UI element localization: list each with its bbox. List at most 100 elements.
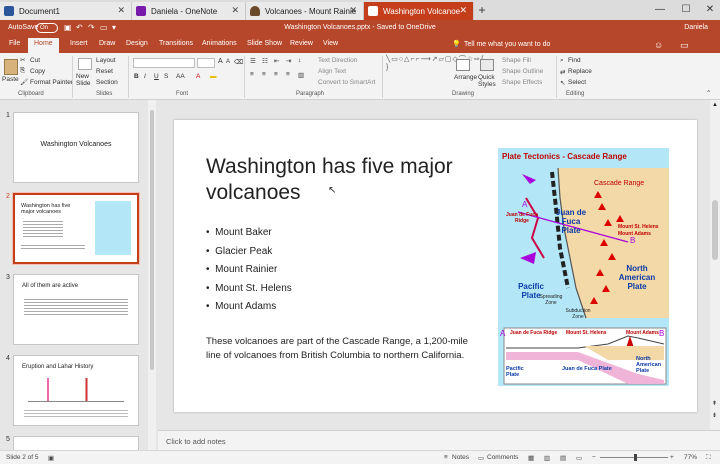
text-direction-button[interactable]: Text Direction bbox=[318, 57, 357, 64]
tab-slide-show[interactable]: Slide Show bbox=[247, 40, 282, 47]
align-left-icon[interactable]: ≡ bbox=[250, 71, 254, 78]
slide-thumbnail-2[interactable]: Washington has five major volcanoes bbox=[13, 193, 139, 264]
scroll-thumb[interactable] bbox=[150, 110, 154, 370]
close-tab-icon[interactable]: ✕ bbox=[231, 5, 239, 16]
section-button[interactable]: Section bbox=[96, 79, 118, 86]
numbering-icon[interactable]: ☷ bbox=[262, 57, 268, 65]
fit-to-window-icon[interactable]: ⛶ bbox=[706, 454, 711, 462]
align-right-icon[interactable]: ≡ bbox=[274, 71, 278, 78]
arrange-button[interactable]: Arrange bbox=[454, 74, 477, 81]
bullets-icon[interactable]: ☰ bbox=[250, 57, 256, 65]
format-painter-button[interactable]: Format Painter bbox=[30, 79, 73, 86]
previous-slide-icon[interactable]: ⇞ bbox=[712, 400, 717, 407]
close-tab-icon[interactable]: ✕ bbox=[459, 5, 467, 16]
zoom-slider[interactable] bbox=[600, 454, 668, 461]
paste-icon[interactable] bbox=[4, 59, 18, 75]
replace-button[interactable]: Replace bbox=[568, 68, 592, 75]
normal-view-icon[interactable]: ▦ bbox=[528, 454, 534, 462]
quick-styles-button[interactable]: Quick Styles bbox=[478, 74, 498, 88]
scroll-thumb[interactable] bbox=[712, 200, 718, 260]
reading-view-icon[interactable]: ▤ bbox=[560, 454, 566, 462]
maximize-button[interactable]: ☐ bbox=[674, 2, 698, 18]
slide-title[interactable]: Washington has five major volcanoes bbox=[206, 154, 496, 206]
canvas-scrollbar[interactable]: ▲ ⇞ ⇟ bbox=[710, 100, 720, 430]
paste-button[interactable]: Paste bbox=[2, 76, 19, 83]
copy-button[interactable]: Copy bbox=[30, 68, 45, 75]
grow-font-icon[interactable]: A bbox=[218, 58, 223, 65]
tell-me-box[interactable]: 💡 Tell me what you want to do bbox=[452, 39, 562, 51]
slide-show-icon[interactable]: ▭ bbox=[576, 454, 582, 462]
spell-check-icon[interactable]: ▣ bbox=[48, 454, 54, 462]
zoom-out-icon[interactable]: − bbox=[592, 454, 596, 461]
columns-icon[interactable]: ▥ bbox=[298, 71, 304, 79]
scroll-up-icon[interactable]: ▲ bbox=[712, 102, 718, 108]
close-tab-icon[interactable]: ✕ bbox=[349, 5, 357, 16]
shape-fill-button[interactable]: Shape Fill bbox=[502, 57, 531, 64]
slide-editor[interactable]: Washington has five major volcanoes • Mo… bbox=[174, 120, 697, 412]
shrink-font-icon[interactable]: A bbox=[226, 59, 230, 65]
shape-effects-button[interactable]: Shape Effects bbox=[502, 79, 542, 86]
close-window-button[interactable]: ✕ bbox=[698, 2, 720, 18]
tab-file[interactable]: File bbox=[9, 40, 20, 47]
tab-design[interactable]: Design bbox=[126, 40, 148, 47]
tab-home[interactable]: Home bbox=[28, 38, 59, 53]
reset-button[interactable]: Reset bbox=[96, 68, 113, 75]
notes-button[interactable]: Notes bbox=[452, 454, 469, 461]
justify-icon[interactable]: ≡ bbox=[286, 71, 290, 78]
slide-thumbnail-3[interactable]: All of them are active bbox=[13, 274, 139, 345]
zoom-in-icon[interactable]: + bbox=[670, 454, 674, 461]
new-slide-button[interactable]: New Slide bbox=[76, 73, 94, 87]
browser-tab-onenote[interactable]: Daniela - OneNote ✕ bbox=[132, 2, 246, 20]
minimize-button[interactable]: — bbox=[648, 2, 672, 18]
align-text-button[interactable]: Align Text bbox=[318, 68, 346, 75]
arrange-icon[interactable] bbox=[456, 59, 470, 71]
cut-button[interactable]: Cut bbox=[30, 57, 40, 64]
bullet-list[interactable]: • Mount Baker • Glacier Peak • Mount Rai… bbox=[206, 224, 292, 317]
slide-body-text[interactable]: These volcanoes are part of the Cascade … bbox=[206, 335, 484, 362]
new-slide-icon[interactable] bbox=[78, 58, 92, 70]
bold-button[interactable]: B bbox=[134, 73, 139, 80]
underline-button[interactable]: U bbox=[154, 73, 159, 80]
layout-button[interactable]: Layout bbox=[96, 57, 116, 64]
comments-icon[interactable]: ▭ bbox=[680, 40, 689, 51]
decrease-indent-icon[interactable]: ⇤ bbox=[274, 57, 279, 65]
tab-view[interactable]: View bbox=[323, 40, 338, 47]
user-name[interactable]: Daniela bbox=[684, 24, 708, 31]
convert-to-smartart-button[interactable]: Convert to SmartArt bbox=[318, 79, 375, 86]
font-size-dropdown[interactable] bbox=[197, 58, 215, 68]
close-tab-icon[interactable]: ✕ bbox=[117, 5, 125, 16]
line-spacing-icon[interactable]: ↕ bbox=[298, 57, 301, 64]
browser-tab-volcanoes[interactable]: Volcanoes - Mount Rainie ✕ bbox=[246, 2, 364, 20]
change-case-button[interactable]: AA bbox=[176, 73, 185, 80]
slide-thumbnail-5[interactable] bbox=[13, 436, 139, 450]
slide-thumbnail-4[interactable]: Eruption and Lahar History bbox=[13, 355, 139, 426]
tab-transitions[interactable]: Transitions bbox=[159, 40, 193, 47]
shadow-button[interactable]: S bbox=[164, 73, 168, 80]
tab-review[interactable]: Review bbox=[290, 40, 313, 47]
collapse-ribbon-icon[interactable]: ⌃ bbox=[706, 89, 711, 97]
new-tab-button[interactable]: + bbox=[474, 2, 490, 18]
next-slide-icon[interactable]: ⇟ bbox=[712, 412, 717, 419]
slide-sorter-icon[interactable]: ▥ bbox=[544, 454, 550, 462]
thumbnail-scrollbar[interactable] bbox=[148, 100, 156, 450]
notes-pane[interactable]: Click to add notes bbox=[158, 430, 720, 450]
quick-styles-icon[interactable] bbox=[480, 59, 494, 71]
notes-placeholder[interactable]: Click to add notes bbox=[166, 437, 226, 446]
browser-tab-document1[interactable]: Document1 ✕ bbox=[0, 2, 132, 20]
comments-button[interactable]: Comments bbox=[487, 454, 518, 461]
browser-tab-washington-volcanoes[interactable]: Washington Volcanoe ✕ bbox=[364, 2, 474, 20]
account-icon[interactable]: ☺ bbox=[654, 40, 663, 50]
slide-thumbnail-1[interactable]: Washington Volcanoes bbox=[13, 112, 139, 183]
zoom-slider-thumb[interactable] bbox=[634, 454, 637, 461]
highlight-icon[interactable]: ▬ bbox=[210, 73, 217, 80]
clear-formatting-icon[interactable]: ⌫ bbox=[234, 58, 243, 66]
font-name-dropdown[interactable] bbox=[133, 58, 195, 68]
shape-outline-button[interactable]: Shape Outline bbox=[502, 68, 543, 75]
select-button[interactable]: Select bbox=[568, 79, 586, 86]
plate-tectonics-map[interactable]: Plate Tectonics - Cascade Range Cascade … bbox=[498, 148, 669, 386]
tab-animations[interactable]: Animations bbox=[202, 40, 237, 47]
tab-draw[interactable]: Draw bbox=[99, 40, 115, 47]
find-button[interactable]: Find bbox=[568, 57, 581, 64]
align-center-icon[interactable]: ≡ bbox=[262, 71, 266, 78]
tab-insert[interactable]: Insert bbox=[70, 40, 88, 47]
